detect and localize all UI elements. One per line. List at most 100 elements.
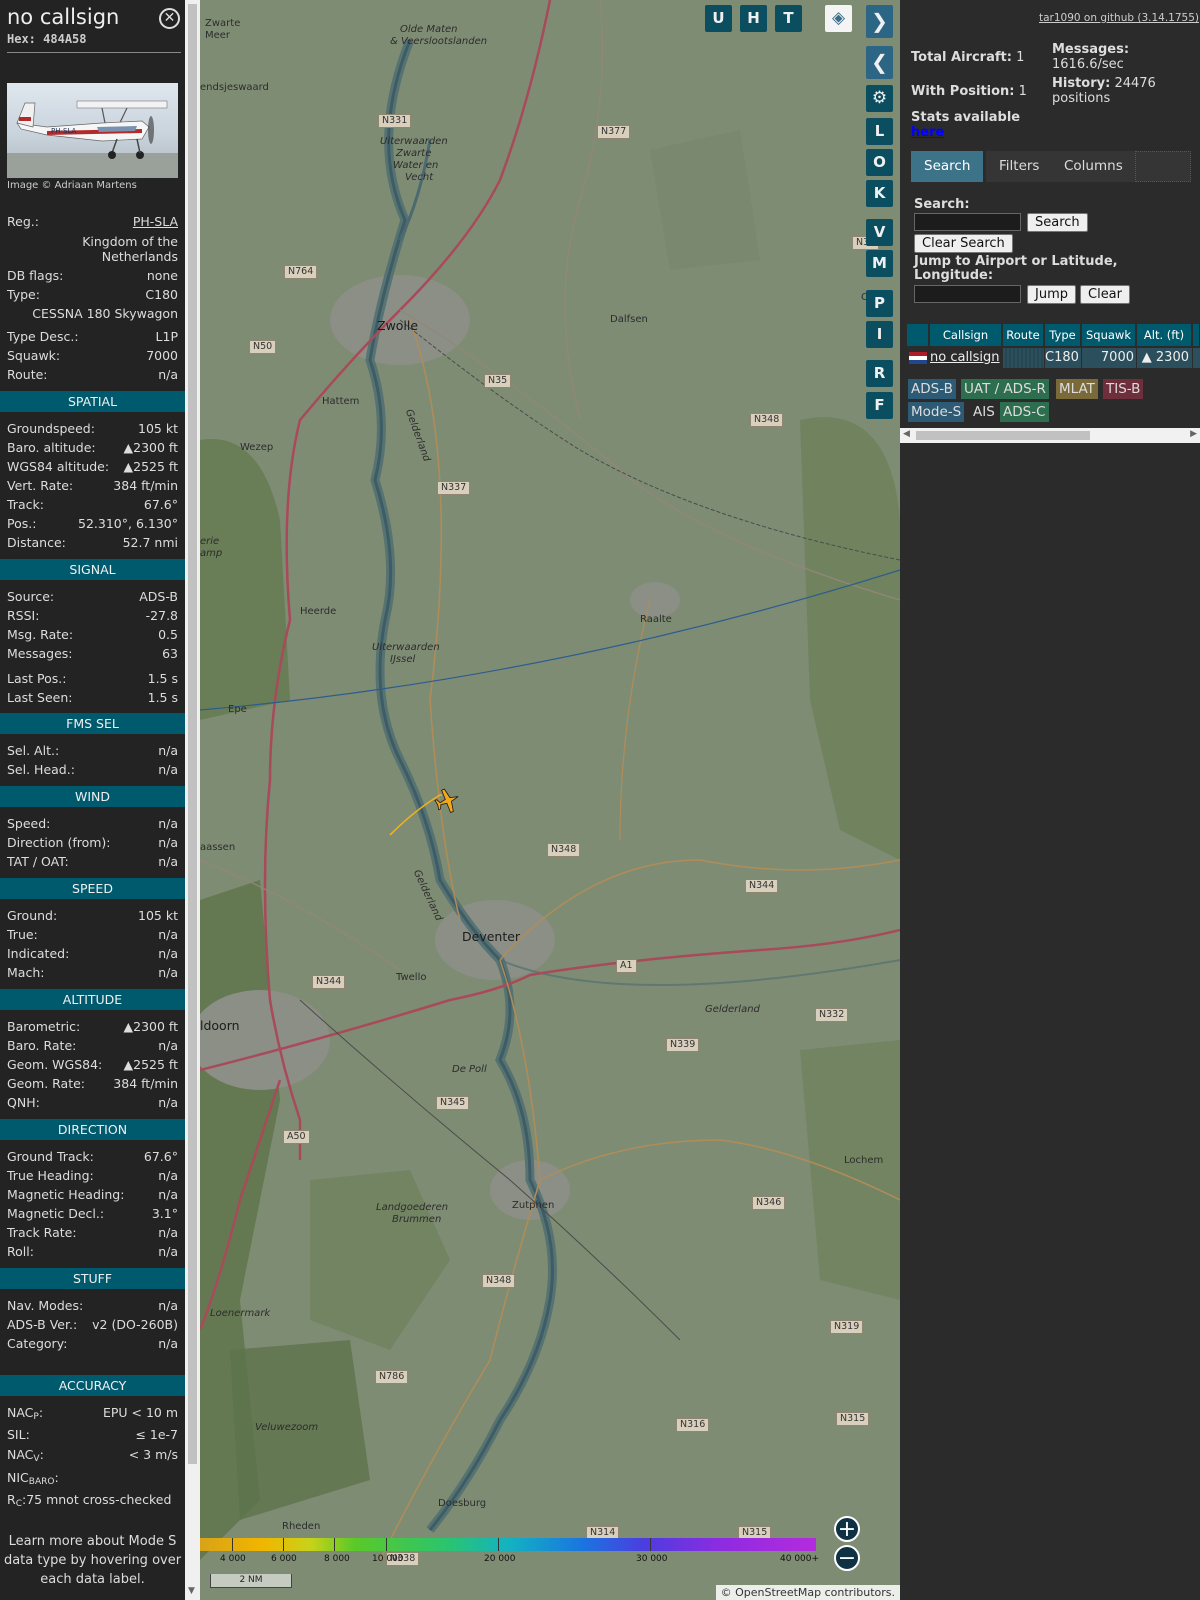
map-button-u[interactable]: U bbox=[705, 5, 732, 32]
info-row-sel-alt: Sel. Alt.: n/a bbox=[7, 743, 178, 761]
tat-label: TAT / OAT: bbox=[7, 854, 69, 869]
track-rate-value: n/a bbox=[158, 1225, 178, 1240]
zoom-out-button[interactable]: − bbox=[834, 1545, 860, 1571]
sel-head-label: Sel. Head.: bbox=[7, 762, 75, 777]
wind-dir-label: Direction (from): bbox=[7, 835, 111, 850]
jump-button[interactable]: Jump bbox=[1027, 285, 1076, 304]
info-row-mag-heading: Magnetic Heading: n/a bbox=[7, 1187, 178, 1205]
row-route bbox=[1003, 348, 1044, 368]
color-legend-label: 8 000 bbox=[324, 1554, 350, 1564]
map-button-p[interactable]: P bbox=[866, 290, 893, 317]
layers-icon: ◈ bbox=[831, 8, 846, 28]
tab-filters[interactable]: Filters bbox=[986, 151, 1053, 182]
info-row-rc: RC:75 mnot cross-checked bbox=[7, 1492, 178, 1510]
table-header-callsign[interactable]: Callsign bbox=[930, 324, 1002, 346]
clear-search-button[interactable]: Clear Search bbox=[914, 234, 1013, 253]
layers-button[interactable]: ◈ bbox=[825, 5, 852, 32]
clear-button[interactable]: Clear bbox=[1080, 285, 1130, 304]
wgs84-label: WGS84 altitude: bbox=[7, 459, 110, 474]
map-button-f[interactable]: F bbox=[866, 392, 893, 419]
scrollbar-thumb[interactable] bbox=[188, 4, 197, 1464]
scroll-left-arrow-icon[interactable]: ◀ bbox=[903, 429, 910, 439]
map-button-v[interactable]: V bbox=[866, 219, 893, 246]
tat-value: n/a bbox=[158, 854, 178, 869]
baro-alt-label: Baro. altitude: bbox=[7, 440, 96, 455]
info-row-tat: TAT / OAT: n/a bbox=[7, 854, 178, 872]
scrollbar-thumb[interactable] bbox=[916, 431, 1090, 440]
zoom-in-button[interactable]: + bbox=[834, 1516, 860, 1542]
info-row-qnh: QNH: n/a bbox=[7, 1095, 178, 1113]
expand-panel-button[interactable]: ❯ bbox=[866, 5, 893, 38]
tab-columns[interactable]: Columns bbox=[1051, 151, 1136, 182]
color-legend-label: 4 000 bbox=[220, 1554, 246, 1564]
collapse-panel-button[interactable]: ❮ bbox=[866, 46, 893, 79]
map-button-t[interactable]: T bbox=[775, 5, 802, 32]
section-spatial: SPATIAL bbox=[0, 391, 185, 412]
pos-value: 52.310°, 6.130° bbox=[78, 516, 178, 531]
reg-link[interactable]: PH-SLA bbox=[133, 214, 178, 229]
map-label: Brummen bbox=[392, 1214, 442, 1225]
map-button-m[interactable]: M bbox=[866, 250, 893, 277]
info-row-dbflags: DB flags: none bbox=[7, 268, 178, 286]
jump-input[interactable] bbox=[914, 285, 1021, 303]
source-label: Source: bbox=[7, 589, 55, 604]
search-input[interactable] bbox=[914, 213, 1021, 231]
map-label: Uiterwaarden bbox=[372, 642, 440, 653]
settings-button[interactable]: ⚙ bbox=[866, 85, 893, 112]
road-shield: N377 bbox=[597, 125, 631, 139]
info-panel-scrollbar[interactable]: ▼ bbox=[185, 0, 200, 1600]
table-header-route[interactable]: Route bbox=[1003, 324, 1044, 346]
map-label: Zwarte bbox=[396, 148, 432, 159]
table-header-alt[interactable]: Alt. (ft) bbox=[1137, 324, 1192, 346]
info-row-mag-decl: Magnetic Decl.: 3.1° bbox=[7, 1206, 178, 1224]
row-type: C180 bbox=[1045, 348, 1081, 368]
true-value: n/a bbox=[158, 927, 178, 942]
sel-head-value: n/a bbox=[158, 762, 178, 777]
stats-link[interactable]: here bbox=[911, 125, 944, 140]
road-shield: N50 bbox=[249, 340, 277, 354]
map-attribution[interactable]: © OpenStreetMap contributors. bbox=[715, 1585, 900, 1600]
tab-search[interactable]: Search bbox=[911, 151, 984, 182]
map-label: Landgoederen bbox=[376, 1202, 449, 1213]
aircraft-photo[interactable]: PH-SLA bbox=[7, 83, 178, 178]
map-button-i[interactable]: I bbox=[866, 321, 893, 348]
messages-value: 63 bbox=[162, 646, 178, 661]
table-header-type[interactable]: Type bbox=[1045, 324, 1081, 346]
search-button[interactable]: Search bbox=[1027, 213, 1088, 232]
info-row-last-seen: Last Seen: 1.5 s bbox=[7, 690, 178, 708]
badge-modes: Mode-S bbox=[908, 402, 965, 422]
map-button-r[interactable]: R bbox=[866, 360, 893, 387]
info-row-mach: Mach: n/a bbox=[7, 965, 178, 983]
road-shield: N331 bbox=[378, 114, 412, 128]
road-shield: N319 bbox=[830, 1320, 864, 1334]
info-row-sil: SIL: ≤ 1e-7 bbox=[7, 1427, 178, 1445]
map-label: Epe bbox=[228, 704, 247, 715]
map-button-k[interactable]: K bbox=[866, 180, 893, 207]
section-altitude: ALTITUDE bbox=[0, 989, 185, 1010]
nacv-label-text: NAC bbox=[7, 1447, 34, 1462]
scroll-right-arrow-icon[interactable]: ▶ bbox=[1190, 429, 1197, 439]
table-horizontal-scrollbar[interactable]: ◀ ▶ bbox=[900, 428, 1200, 443]
squawk-label: Squawk: bbox=[7, 348, 61, 363]
info-row-distance: Distance: 52.7 nmi bbox=[7, 535, 178, 553]
table-header-squawk[interactable]: Squawk bbox=[1082, 324, 1136, 346]
type-value: C180 bbox=[145, 287, 178, 302]
rc-value: :75 mnot cross-checked bbox=[21, 1492, 172, 1507]
map[interactable]: Zwarte Meer Olde Maten & Veerslootslande… bbox=[200, 0, 900, 1600]
row-callsign[interactable]: no callsign bbox=[930, 348, 1002, 368]
table-header-more[interactable] bbox=[1193, 324, 1200, 346]
github-link[interactable]: tar1090 on github (3.14.1755) bbox=[1039, 12, 1199, 24]
map-button-h[interactable]: H bbox=[740, 5, 767, 32]
last-pos-value: 1.5 s bbox=[147, 671, 178, 686]
photo-credit: Image © Adriaan Martens bbox=[7, 180, 137, 191]
map-button-l[interactable]: L bbox=[866, 118, 893, 145]
row-alt: ▲ 2300 bbox=[1137, 348, 1192, 368]
color-legend-tick bbox=[498, 1538, 499, 1551]
qnh-label: QNH: bbox=[7, 1095, 40, 1110]
badge-tisb: TIS-B bbox=[1103, 379, 1144, 399]
road-shield: N344 bbox=[745, 879, 779, 893]
close-icon[interactable]: ✕ bbox=[159, 8, 180, 29]
info-row-reg: Reg.: PH-SLA bbox=[7, 214, 178, 232]
map-button-o[interactable]: O bbox=[866, 149, 893, 176]
scroll-down-arrow-icon[interactable]: ▼ bbox=[188, 1586, 195, 1596]
